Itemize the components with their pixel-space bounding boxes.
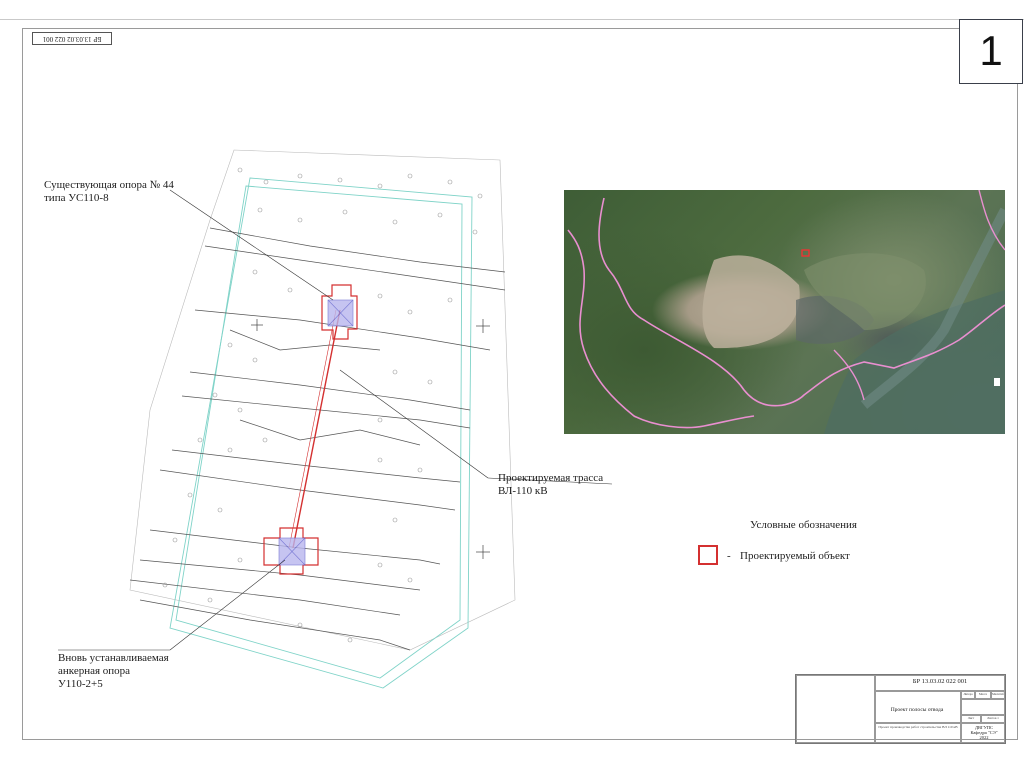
legend-item-proposed: Проектируемый объект [740, 550, 850, 562]
title-block-scale-header: Масштаб [991, 691, 1005, 699]
new-pole-label-line3: У110-2+5 [58, 678, 103, 690]
existing-pole-label-line1: Существующая опора № 44 [44, 179, 174, 191]
grid-crosses [251, 319, 490, 559]
legend-dash: - [727, 550, 731, 562]
new-pole-base [278, 537, 306, 566]
existing-pole-base [327, 299, 354, 327]
new-pole-label-line2: анкерная опора [58, 665, 131, 677]
title-block-signatures [796, 675, 875, 743]
route-label-line2: ВЛ-110 кВ [498, 485, 548, 497]
title-block-org: ДВГУПС Кафедра "СЭ" 2022 [962, 725, 1006, 740]
route-label-line1: Проектируемая трасса [498, 472, 604, 484]
proposed-route [288, 309, 341, 549]
legend-symbol-proposed [698, 545, 718, 565]
title-block-sheet: Лист [961, 715, 981, 723]
existing-pole-label-line2: типа УС110-8 [44, 192, 109, 204]
title-block-code: БР 13.03.02 022 001 [912, 678, 968, 685]
title-block-description: Проект производства работ строительства … [878, 725, 958, 729]
new-pole-label-line1: Вновь устанавливаемая [58, 652, 169, 664]
title-block-sheets: Листов 1 [981, 715, 1005, 723]
title-block-stage-header: Литера [961, 691, 975, 699]
title-block-org-year: 2022 [979, 735, 989, 740]
title-block-values [961, 699, 1005, 715]
terrain-lines [129, 227, 506, 651]
title-block-name: Проект полосы отвода [890, 707, 944, 713]
legend-title: Условные обозначения [750, 519, 857, 531]
location-satellite-map [564, 190, 1005, 434]
title-block-mass-header: Масса [975, 691, 991, 699]
